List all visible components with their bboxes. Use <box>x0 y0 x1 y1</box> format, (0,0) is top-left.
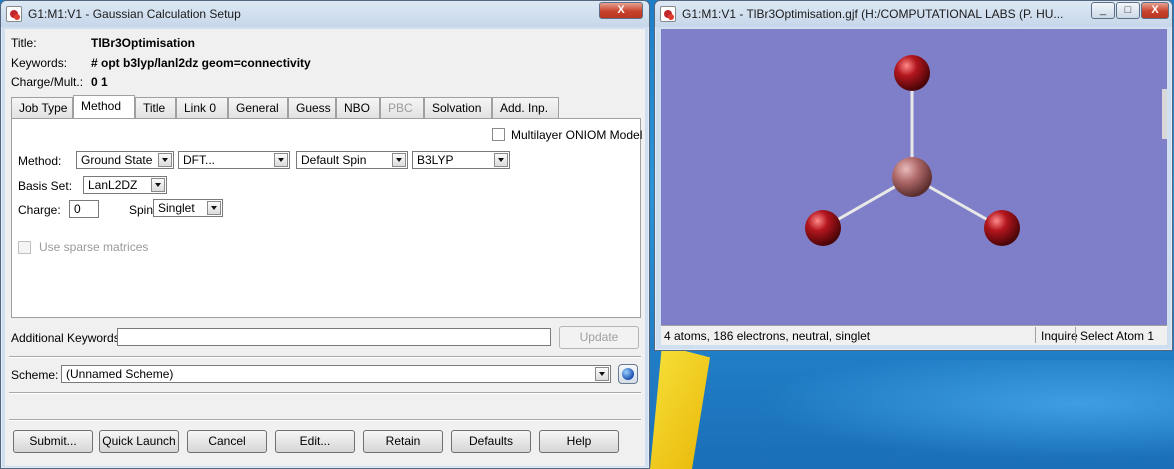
setup-client-area: Title: TlBr3Optimisation Keywords: # opt… <box>5 29 645 466</box>
action-indicator: Select Atom 1 <box>1080 329 1155 343</box>
method-tab-panel: Multilayer ONIOM Model Method: Ground St… <box>11 118 643 318</box>
viewport-scrollbar[interactable] <box>1162 89 1167 139</box>
sparse-matrices-label: Use sparse matrices <box>39 240 149 254</box>
scheme-value: (Unnamed Scheme) <box>66 367 174 381</box>
chevron-down-icon <box>274 153 288 167</box>
method-type-select[interactable]: DFT... <box>178 151 290 169</box>
chevron-down-icon <box>494 153 508 167</box>
tab-job-type[interactable]: Job Type <box>11 97 73 118</box>
keywords-label: Keywords: <box>11 56 68 70</box>
atom-br[interactable] <box>984 210 1020 246</box>
spin-value: Singlet <box>158 201 195 215</box>
gaussview-app-icon <box>6 6 22 22</box>
chevron-down-icon <box>595 367 609 381</box>
close-button[interactable]: X <box>1141 2 1169 19</box>
retain-button[interactable]: Retain <box>363 430 443 453</box>
molecule-render[interactable] <box>661 29 1167 325</box>
desktop-wallpaper-glow <box>700 360 1174 469</box>
additional-keywords-input[interactable] <box>117 328 551 346</box>
charge-mult-value: 0 1 <box>91 75 108 89</box>
maximize-button[interactable]: □ <box>1116 2 1140 19</box>
tab-method[interactable]: Method <box>73 95 135 118</box>
tab-nbo[interactable]: NBO <box>336 97 380 118</box>
scheme-select[interactable]: (Unnamed Scheme) <box>61 365 611 383</box>
atom-br[interactable] <box>894 55 930 91</box>
molecule-viewport[interactable] <box>661 29 1167 325</box>
title-label: Title: <box>11 36 37 50</box>
close-button[interactable]: X <box>599 2 643 19</box>
cancel-button[interactable]: Cancel <box>187 430 267 453</box>
keywords-value: # opt b3lyp/lanl2dz geom=connectivity <box>91 56 311 70</box>
title-value: TlBr3Optimisation <box>91 36 196 50</box>
basis-set-value: LanL2DZ <box>88 178 138 192</box>
divider <box>9 419 641 421</box>
oniom-label: Multilayer ONIOM Model <box>511 128 643 142</box>
tab-pbc: PBC <box>380 97 424 118</box>
charge-mult-label: Charge/Mult.: <box>11 75 84 89</box>
gaussian-setup-window: G1:M1:V1 - Gaussian Calculation Setup _ … <box>0 0 650 469</box>
molecule-summary: 4 atoms, 186 electrons, neutral, singlet <box>664 329 871 343</box>
tab-link-0[interactable]: Link 0 <box>176 97 228 118</box>
tab-guess[interactable]: Guess <box>288 97 336 118</box>
help-button[interactable]: Help <box>539 430 619 453</box>
spin-select[interactable]: Singlet <box>153 199 223 217</box>
viewer-window-title: G1:M1:V1 - TlBr3Optimisation.gjf (H:/COM… <box>682 7 1064 21</box>
setup-titlebar[interactable]: G1:M1:V1 - Gaussian Calculation Setup _ … <box>1 1 649 27</box>
atom-tl[interactable] <box>892 157 932 197</box>
scheme-globe-icon[interactable] <box>618 364 638 384</box>
viewer-titlebar[interactable]: G1:M1:V1 - TlBr3Optimisation.gjf (H:/COM… <box>655 1 1172 27</box>
divider <box>9 392 641 394</box>
spin-option-value: Default Spin <box>301 153 367 167</box>
method-state-value: Ground State <box>81 153 153 167</box>
divider <box>9 356 641 358</box>
method-label: Method: <box>18 154 62 168</box>
spin-option-select[interactable]: Default Spin <box>296 151 408 169</box>
sparse-matrices-checkbox <box>18 241 31 254</box>
charge-input[interactable]: 0 <box>69 200 99 218</box>
chevron-down-icon <box>392 153 406 167</box>
functional-value: B3LYP <box>417 153 454 167</box>
tab-title[interactable]: Title <box>135 97 176 118</box>
status-divider <box>1035 327 1036 343</box>
atom-br[interactable] <box>805 210 841 246</box>
tab-add-inp[interactable]: Add. Inp. <box>492 97 559 118</box>
chevron-down-icon <box>158 153 172 167</box>
method-type-value: DFT... <box>183 153 215 167</box>
basis-set-label: Basis Set: <box>18 179 73 193</box>
tab-solvation[interactable]: Solvation <box>424 97 492 118</box>
tab-general[interactable]: General <box>228 97 288 118</box>
chevron-down-icon <box>207 201 221 215</box>
basis-set-select[interactable]: LanL2DZ <box>83 176 167 194</box>
mode-indicator: Inquire <box>1041 329 1078 343</box>
oniom-checkbox[interactable] <box>492 128 505 141</box>
update-button: Update <box>559 326 639 349</box>
edit-button[interactable]: Edit... <box>275 430 355 453</box>
method-state-select[interactable]: Ground State <box>76 151 174 169</box>
quick-launch-button[interactable]: Quick Launch <box>99 430 179 453</box>
gaussview-app-icon <box>660 6 676 22</box>
minimize-button[interactable]: _ <box>1091 2 1115 19</box>
status-divider <box>1075 327 1076 343</box>
additional-keywords-label: Additional Keywords: <box>11 331 124 345</box>
scheme-label: Scheme: <box>11 368 59 382</box>
molecule-viewer-window: G1:M1:V1 - TlBr3Optimisation.gjf (H:/COM… <box>654 0 1173 351</box>
tab-strip: Job Type Method Title Link 0 General Gue… <box>11 95 641 119</box>
functional-select[interactable]: B3LYP <box>412 151 510 169</box>
charge-label: Charge: <box>18 203 61 217</box>
chevron-down-icon <box>151 178 165 192</box>
defaults-button[interactable]: Defaults <box>451 430 531 453</box>
viewer-statusbar: 4 atoms, 186 electrons, neutral, singlet… <box>661 325 1167 345</box>
submit-button[interactable]: Submit... <box>13 430 93 453</box>
setup-window-title: G1:M1:V1 - Gaussian Calculation Setup <box>28 7 241 21</box>
